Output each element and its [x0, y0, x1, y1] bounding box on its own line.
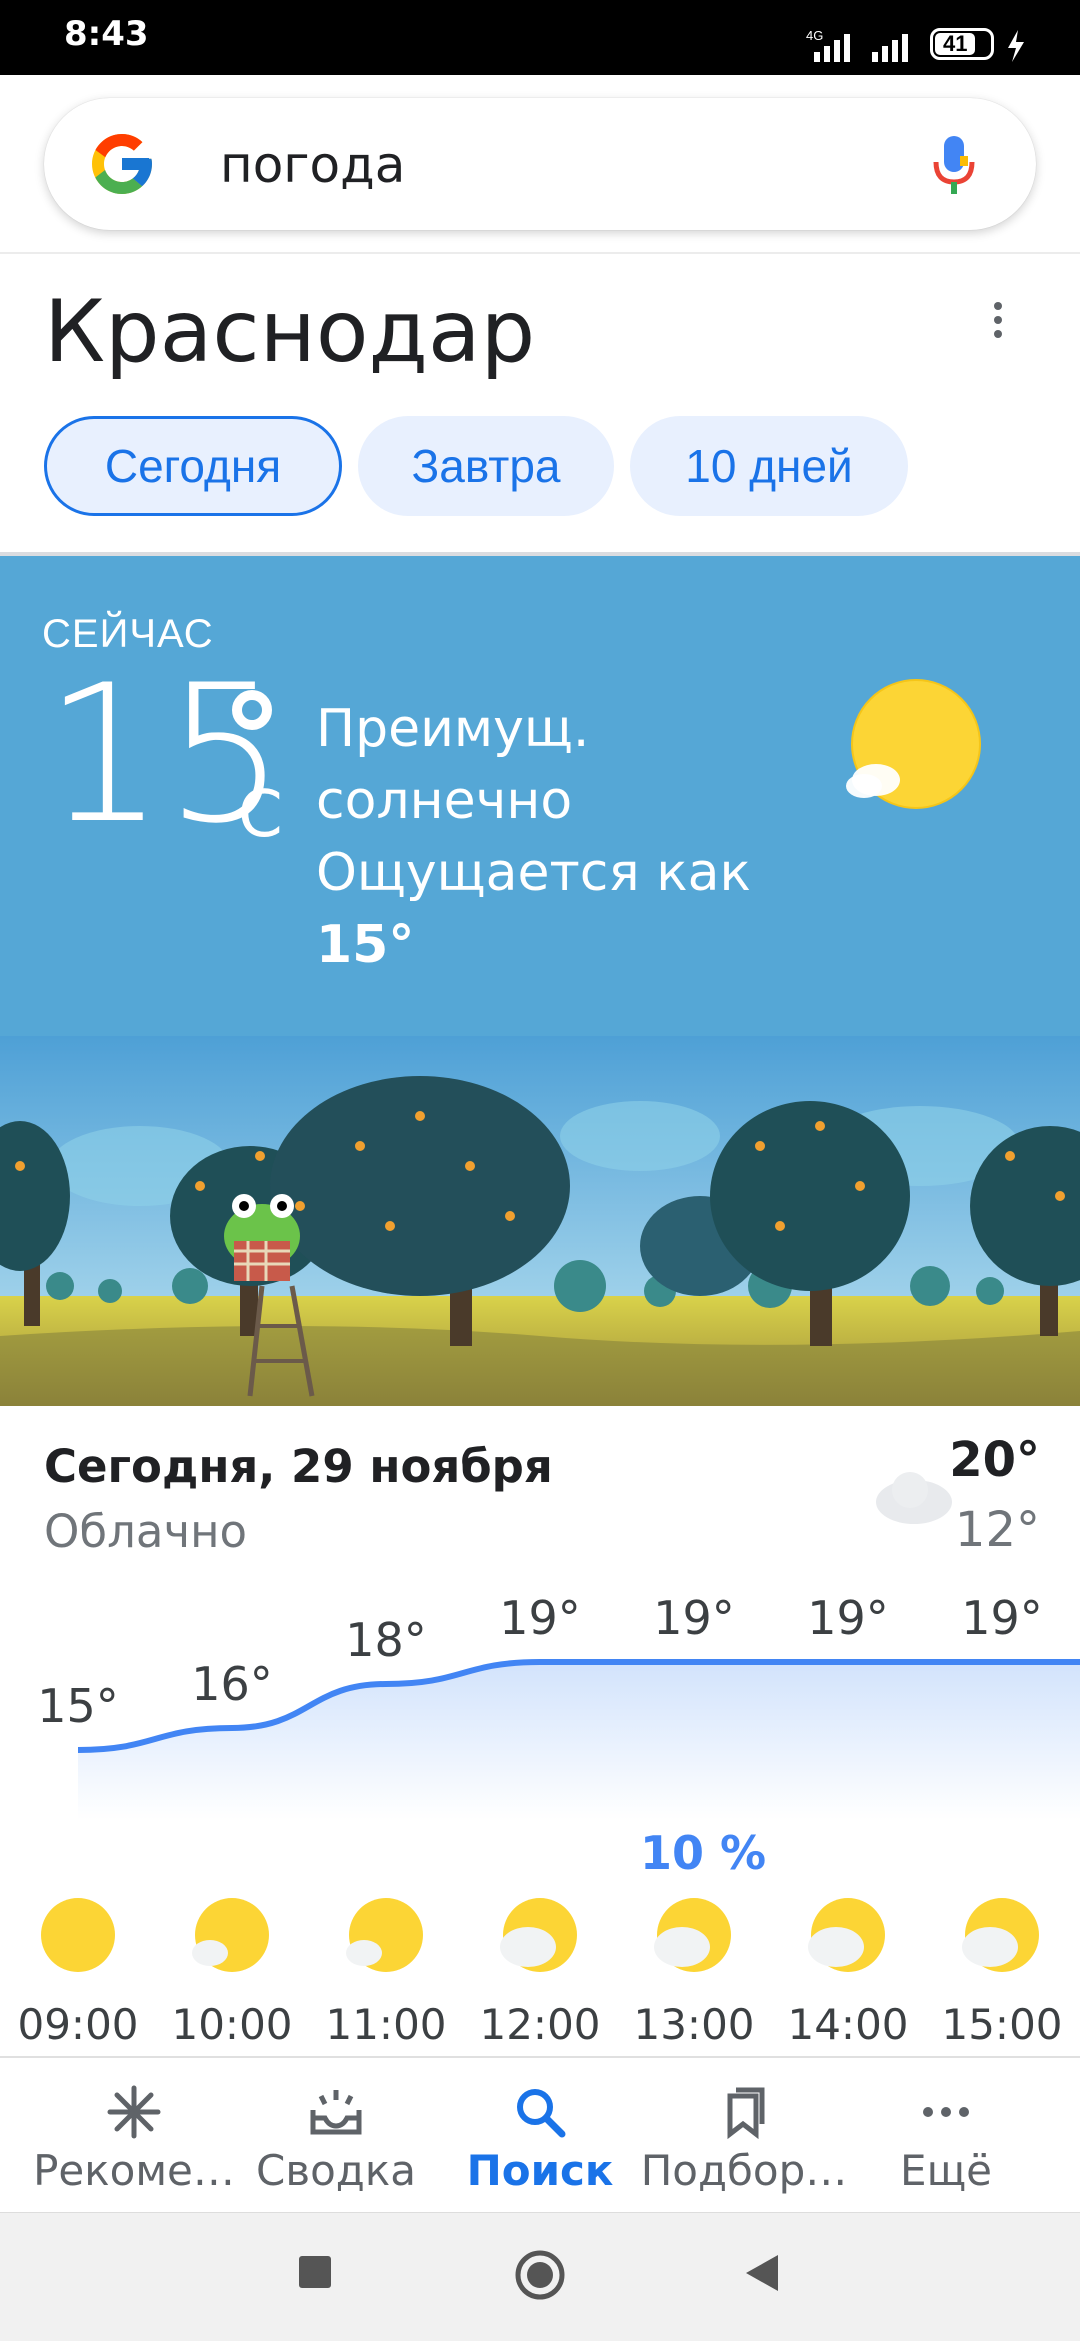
day-condition: Облачно [44, 1505, 248, 1558]
condition-line-2: солнечно [316, 771, 573, 831]
day-title: Сегодня, 29 ноября [44, 1440, 553, 1493]
hour-label: 14:00 [787, 2000, 909, 2049]
temperature-label: 16° [191, 1657, 273, 1711]
inbox-icon [310, 2090, 362, 2135]
status-time: 8:43 [64, 14, 149, 54]
sun-icon [846, 679, 981, 809]
hour-label: 09:00 [17, 2000, 139, 2049]
temperature-label: 19° [961, 1591, 1043, 1645]
collections-icon [727, 2087, 765, 2140]
partly-cloudy-icon [808, 1898, 885, 1972]
temperature-unit: C [238, 778, 283, 852]
nav-collections-label: Подбор… [640, 2146, 848, 2195]
hour-label: 13:00 [633, 2000, 755, 2049]
nav-recommendations[interactable]: Рекоме… [26, 2058, 242, 2214]
battery-level: 41 [943, 31, 968, 56]
system-navigation-bar [0, 2212, 1080, 2341]
nav-collections[interactable]: Подбор… [636, 2058, 852, 2214]
charging-icon [1008, 30, 1024, 62]
location-title: Краснодар [44, 282, 536, 382]
nav-search[interactable]: Поиск [432, 2058, 648, 2214]
temperature-label: 18° [345, 1613, 427, 1667]
high-temp: 20° [949, 1432, 1040, 1488]
tab-today[interactable]: Сегодня [44, 416, 342, 516]
precipitation-annotation: 10 % [640, 1826, 767, 1880]
condition-line-1: Преимущ. [316, 699, 590, 759]
temperature-label: 15° [37, 1679, 119, 1733]
back-icon[interactable] [744, 2253, 780, 2293]
mostly-sunny-icon [192, 1898, 269, 1972]
search-bar[interactable]: погода [44, 98, 1036, 230]
google-logo-icon [92, 134, 152, 194]
nav-summary-label: Сводка [256, 2146, 416, 2195]
weather-scene-illustration [0, 1036, 1080, 1406]
nav-search-label: Поиск [466, 2146, 614, 2195]
status-bar: 8:43 4G 41 [0, 0, 1080, 75]
temperature-label: 19° [499, 1591, 581, 1645]
bottom-navigation: Рекоме… Сводка Поиск Подбор… Ещё [0, 2056, 1080, 2214]
cloud-icon [876, 1472, 952, 1524]
temperature-label: 19° [653, 1591, 735, 1645]
low-temp: 12° [954, 1502, 1040, 1558]
mostly-sunny-icon [346, 1898, 423, 1972]
temperature-chart: 15° 16° 18° 19° 19° 19° 19° [37, 1591, 1080, 1820]
more-vert-icon[interactable] [988, 300, 1008, 344]
battery-icon: 41 [930, 28, 994, 60]
signal-icon-2 [872, 34, 908, 62]
nav-recommendations-label: Рекоме… [33, 2146, 235, 2195]
partly-cloudy-icon [654, 1898, 731, 1972]
partly-cloudy-icon [500, 1898, 577, 1972]
more-icon [923, 2107, 969, 2117]
recents-icon[interactable] [298, 2255, 332, 2289]
home-icon[interactable] [514, 2249, 566, 2301]
feels-like-label: Ощущается как [316, 843, 751, 903]
sunny-icon [41, 1898, 115, 1972]
nav-summary[interactable]: Сводка [228, 2058, 444, 2214]
hour-label: 10:00 [171, 2000, 293, 2049]
feels-like-value: 15° [316, 915, 415, 975]
signal-icon [814, 34, 850, 62]
divider [0, 252, 1080, 254]
search-query[interactable]: погода [220, 136, 405, 194]
tab-10-days[interactable]: 10 дней [630, 416, 908, 516]
current-conditions: Преимущ. солнечно Ощущается как 15° [316, 693, 751, 981]
nav-more-label: Ещё [900, 2146, 992, 2195]
microphone-icon[interactable] [932, 134, 976, 196]
hour-label: 12:00 [479, 2000, 601, 2049]
degree-symbol [232, 690, 272, 730]
hour-label: 11:00 [325, 2000, 447, 2049]
partly-cloudy-icon [962, 1898, 1039, 1972]
tab-tomorrow[interactable]: Завтра [358, 416, 614, 516]
hour-label: 15:00 [941, 2000, 1063, 2049]
temperature-label: 19° [807, 1591, 889, 1645]
nav-more[interactable]: Ещё [838, 2058, 1054, 2214]
asterisk-icon [107, 2085, 161, 2139]
search-icon [517, 2089, 566, 2138]
